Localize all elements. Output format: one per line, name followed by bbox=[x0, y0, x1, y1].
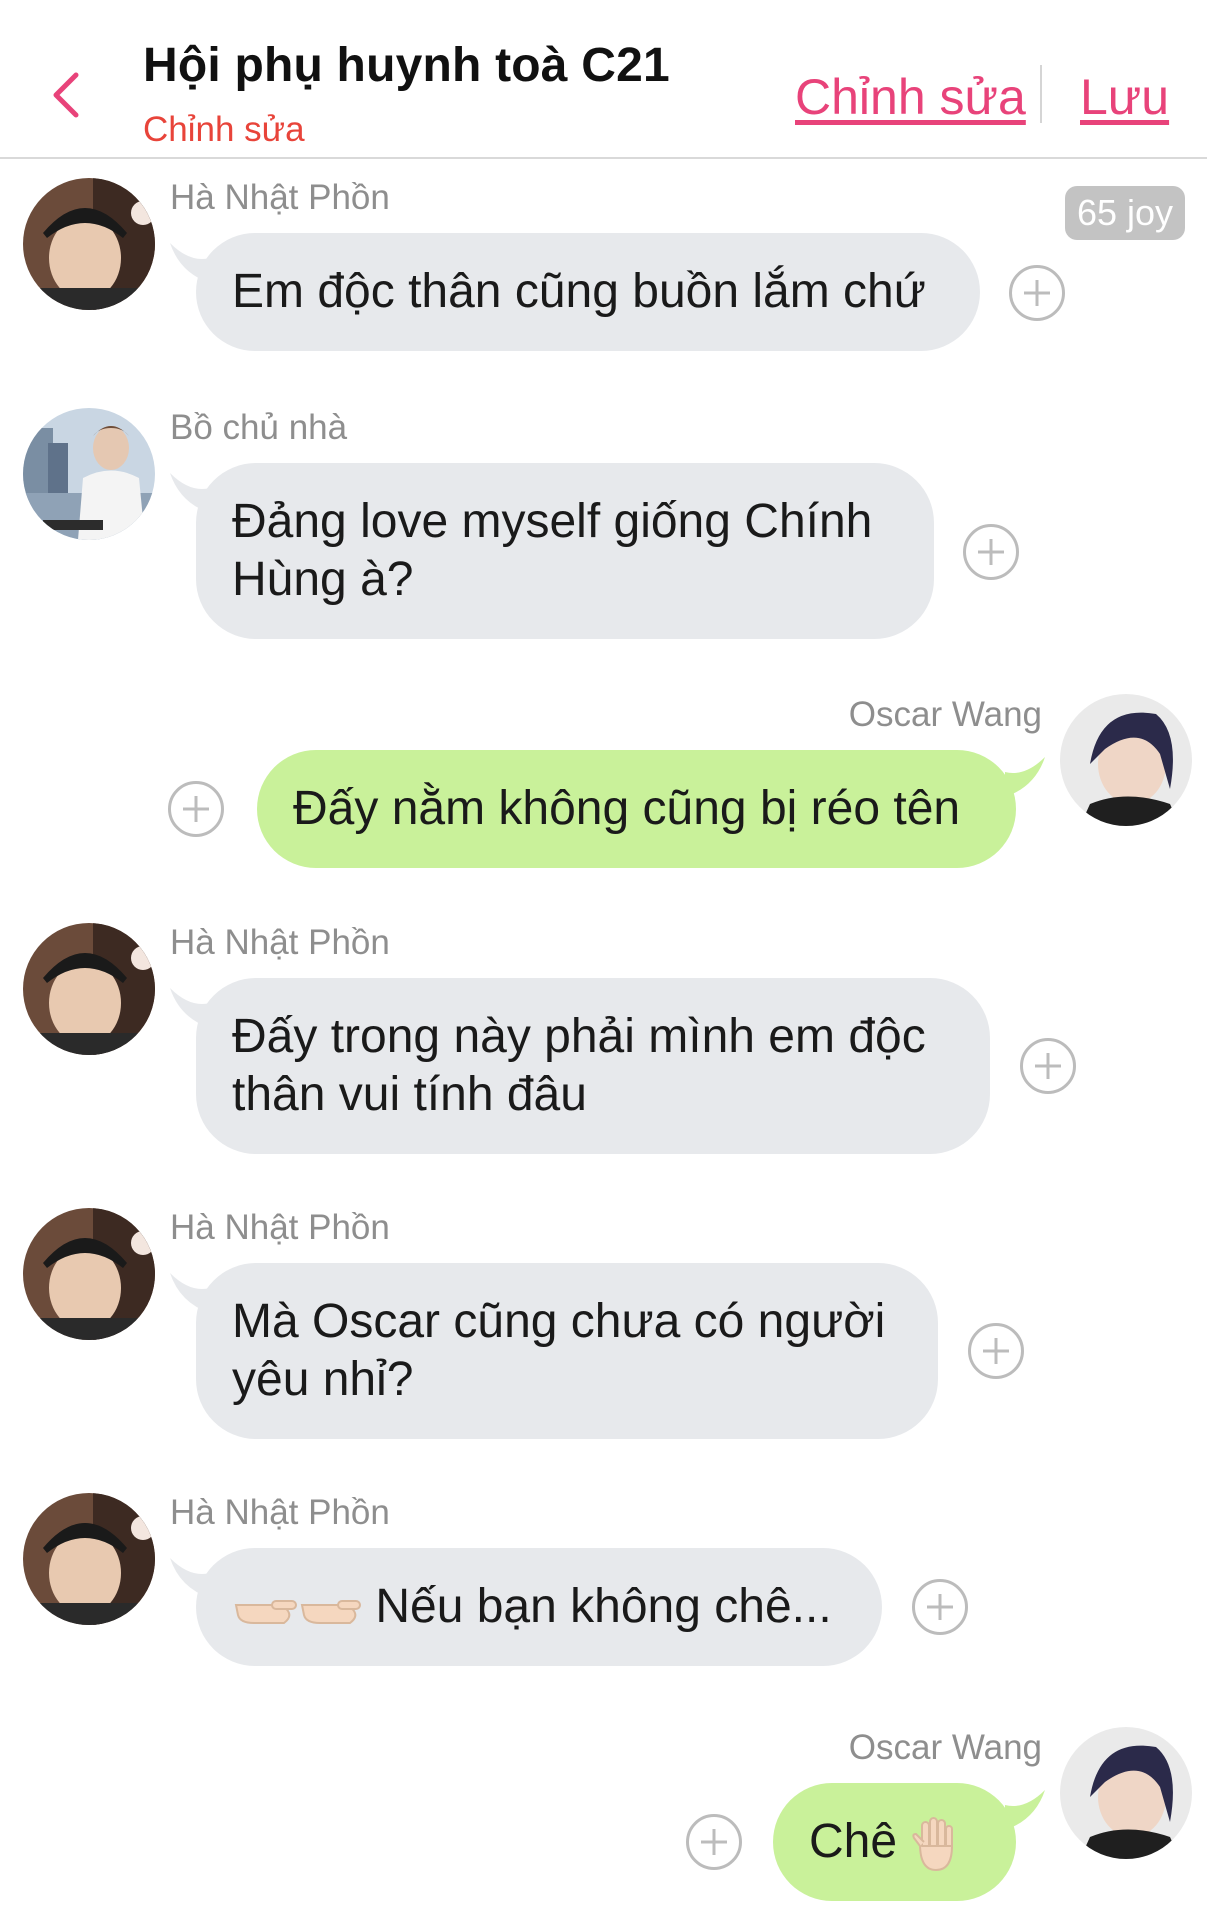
message-bubble[interactable]: Em độc thân cũng buồn lắm chứ bbox=[196, 233, 980, 351]
avatar[interactable] bbox=[23, 923, 155, 1055]
avatar[interactable] bbox=[23, 1208, 155, 1340]
joy-badge: 65 joy bbox=[1065, 186, 1185, 240]
message-bubble[interactable]: Chê bbox=[773, 1783, 1016, 1901]
chat-header: Hội phụ huynh toà C21 Chỉnh sửa Chỉnh sử… bbox=[0, 0, 1207, 159]
message-text-line: Hùng à? bbox=[232, 553, 414, 606]
avatar[interactable] bbox=[23, 1493, 155, 1625]
avatar[interactable] bbox=[1060, 1727, 1192, 1859]
message-text: Nếu bạn không chê... bbox=[375, 1580, 832, 1633]
add-reaction-button[interactable] bbox=[963, 524, 1019, 580]
add-reaction-button[interactable] bbox=[912, 1579, 968, 1635]
message-text-line: Mà Oscar cũng chưa có người bbox=[232, 1295, 886, 1348]
sender-name: Hà Nhật Phồn bbox=[170, 1493, 390, 1532]
message-text: Chê bbox=[809, 1815, 898, 1868]
message-bubble[interactable]: Đấy nằm không cũng bị réo tên bbox=[257, 750, 1016, 868]
pointing-hands-icon bbox=[234, 1600, 361, 1625]
add-reaction-button[interactable] bbox=[168, 781, 224, 837]
sender-name: Bồ chủ nhà bbox=[170, 408, 348, 447]
message-content: Nếu bạn không chê... bbox=[232, 1578, 846, 1636]
chevron-left-icon[interactable] bbox=[46, 70, 86, 120]
message-text: Em độc thân cũng buồn lắm chứ bbox=[232, 265, 926, 318]
message-text: Đấy nằm không cũng bị réo tên bbox=[293, 782, 961, 835]
save-button[interactable]: Lưu bbox=[1080, 68, 1169, 126]
message-text-line: yêu nhỉ? bbox=[232, 1353, 414, 1406]
message-content: Chê bbox=[809, 1813, 980, 1872]
avatar[interactable] bbox=[23, 178, 155, 310]
message-text-line: thân vui tính đâu bbox=[232, 1068, 587, 1121]
raised-hand-icon bbox=[912, 1817, 954, 1872]
header-divider bbox=[1040, 65, 1042, 123]
message-bubble[interactable]: Nếu bạn không chê... bbox=[196, 1548, 882, 1666]
add-reaction-button[interactable] bbox=[686, 1814, 742, 1870]
edit-button[interactable]: Chỉnh sửa bbox=[795, 68, 1026, 126]
message-text-line: Đấy trong này phải mình em độc bbox=[232, 1010, 926, 1063]
message-bubble[interactable]: Mà Oscar cũng chưa có người yêu nhỉ? bbox=[196, 1263, 938, 1439]
sender-name: Hà Nhật Phồn bbox=[170, 1208, 390, 1247]
sender-name: Oscar Wang bbox=[848, 1728, 1042, 1767]
add-reaction-button[interactable] bbox=[1009, 265, 1065, 321]
sender-name: Hà Nhật Phồn bbox=[170, 178, 390, 217]
sender-name: Oscar Wang bbox=[848, 695, 1042, 734]
avatar[interactable] bbox=[23, 408, 155, 540]
avatar[interactable] bbox=[1060, 694, 1192, 826]
sender-name: Hà Nhật Phồn bbox=[170, 923, 390, 962]
page-title: Hội phụ huynh toà C21 bbox=[143, 39, 670, 92]
message-text-line: Đảng love myself giống Chính bbox=[232, 495, 873, 548]
add-reaction-button[interactable] bbox=[1020, 1038, 1076, 1094]
message-bubble[interactable]: Đảng love myself giống Chính Hùng à? bbox=[196, 463, 934, 639]
message-bubble[interactable]: Đấy trong này phải mình em độc thân vui … bbox=[196, 978, 990, 1154]
page-subtitle: Chỉnh sửa bbox=[143, 110, 305, 149]
add-reaction-button[interactable] bbox=[968, 1323, 1024, 1379]
